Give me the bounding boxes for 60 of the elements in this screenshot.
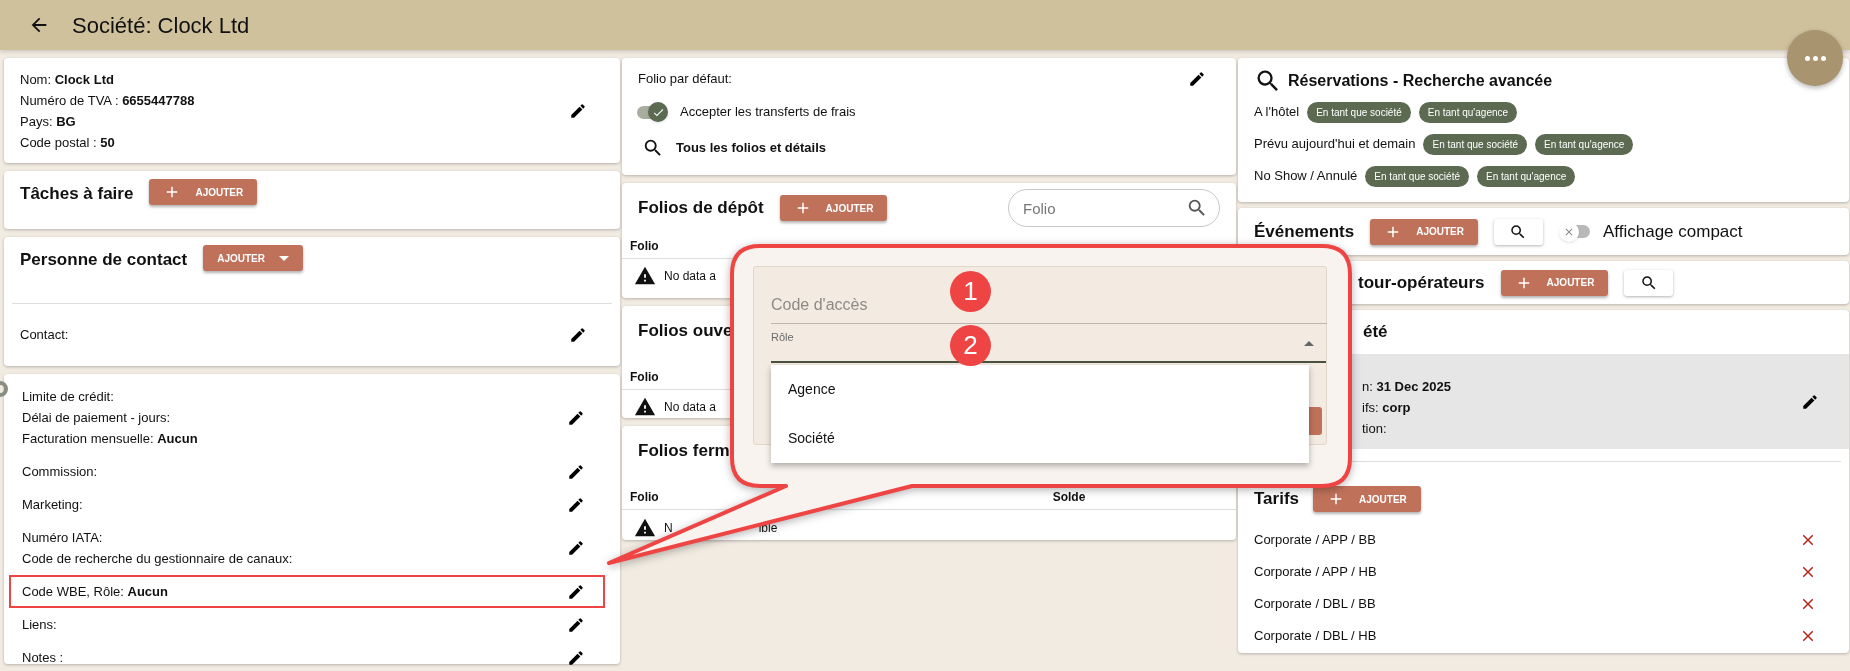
field-label: Délai de paiement - jours: bbox=[22, 409, 172, 427]
reservation-filter-label: Prévu aujourd'hui et demain bbox=[1254, 135, 1416, 154]
tariff-name: Corporate / DBL / BB bbox=[1254, 595, 1376, 614]
field-label: Limite de crédit: bbox=[22, 388, 115, 406]
field-label: Numéro IATA: bbox=[22, 529, 104, 547]
toggle-label: Accepter les transferts de frais bbox=[680, 103, 856, 122]
default-folio-label: Folio par défaut: bbox=[638, 70, 732, 89]
contract-field: n: 31 Dec 2025 bbox=[1362, 376, 1451, 397]
filter-chip[interactable]: En tant qu'agence bbox=[1418, 101, 1518, 123]
column-header: Solde bbox=[1052, 488, 1086, 506]
company-field: Code postal : 50 bbox=[20, 131, 569, 153]
company-field: Pays: BG bbox=[20, 110, 569, 132]
empty-message: N bbox=[664, 520, 673, 537]
section-title: Personne de contact bbox=[20, 249, 188, 271]
tariff-name: Corporate / APP / BB bbox=[1254, 531, 1376, 550]
section-title: été bbox=[1363, 321, 1388, 344]
column-header: Folio bbox=[630, 237, 659, 255]
reservation-filter-label: No Show / Annulé bbox=[1254, 167, 1358, 186]
section-title: Tarifs bbox=[1254, 488, 1300, 511]
search-field[interactable]: Folio bbox=[1008, 189, 1220, 227]
section-title: Folios de dépôt bbox=[638, 197, 764, 220]
filter-chip[interactable]: En tant qu'agence bbox=[1477, 165, 1576, 187]
section-title: Folios ouve bbox=[638, 320, 733, 343]
company-field: Nom: Clock Ltd bbox=[20, 68, 569, 90]
section-title: Réservations - Recherche avancée bbox=[1288, 71, 1553, 91]
tariff-name: Corporate / APP / HB bbox=[1254, 563, 1377, 582]
field-label: Facturation mensuelle: Aucun bbox=[22, 430, 199, 448]
field-label: Liens: bbox=[22, 616, 58, 634]
contract-field: ifs: corp bbox=[1362, 397, 1411, 418]
page-title: Société: Clock Ltd bbox=[72, 11, 250, 40]
field-label: Notes : bbox=[22, 649, 65, 667]
add-button[interactable]: AJOUTER bbox=[1500, 269, 1609, 296]
section-title: Tâches à faire bbox=[20, 183, 134, 205]
section-title: Folios ferm bbox=[638, 440, 730, 463]
add-button[interactable]: AJOUTER bbox=[1313, 486, 1421, 512]
filter-chip[interactable]: En tant que société bbox=[1423, 133, 1528, 155]
reservation-filter-label: A l'hôtel bbox=[1254, 103, 1300, 122]
add-button[interactable]: AJOUTER bbox=[779, 195, 888, 221]
section-title: tour-opérateurs bbox=[1358, 271, 1485, 294]
tariff-name: Corporate / DBL / HB bbox=[1254, 627, 1377, 646]
all-folios-link[interactable]: Tous les folios et détails bbox=[676, 138, 826, 158]
field-label: Code de recherche du gestionnaire de canaux: bbox=[22, 550, 294, 568]
section-title: Événements bbox=[1254, 220, 1355, 243]
filter-chip[interactable]: En tant que société bbox=[1307, 101, 1411, 123]
add-button[interactable]: AJOUTER bbox=[149, 179, 258, 205]
toggle-label: Affichage compact bbox=[1602, 220, 1743, 243]
contract-field: tion: bbox=[1362, 418, 1387, 439]
company-field: Numéro de TVA : 6655447788 bbox=[20, 89, 569, 111]
column-header: Folio bbox=[630, 368, 659, 386]
filter-chip[interactable]: En tant qu'agence bbox=[1535, 133, 1634, 155]
field-label: Code WBE, Rôle: Aucun bbox=[22, 583, 169, 601]
column-header: Folio bbox=[630, 488, 659, 506]
empty-message: No data a bbox=[664, 268, 717, 285]
contact-label: Contact: bbox=[20, 326, 69, 345]
empty-message: No data a bbox=[664, 399, 717, 416]
filter-chip[interactable]: En tant que société bbox=[1365, 165, 1469, 187]
field-label: Marketing: bbox=[22, 496, 84, 514]
field-label: Commission: bbox=[22, 463, 99, 481]
add-button[interactable]: AJOUTER bbox=[1370, 218, 1478, 245]
add-button[interactable]: AJOUTER bbox=[203, 245, 303, 271]
